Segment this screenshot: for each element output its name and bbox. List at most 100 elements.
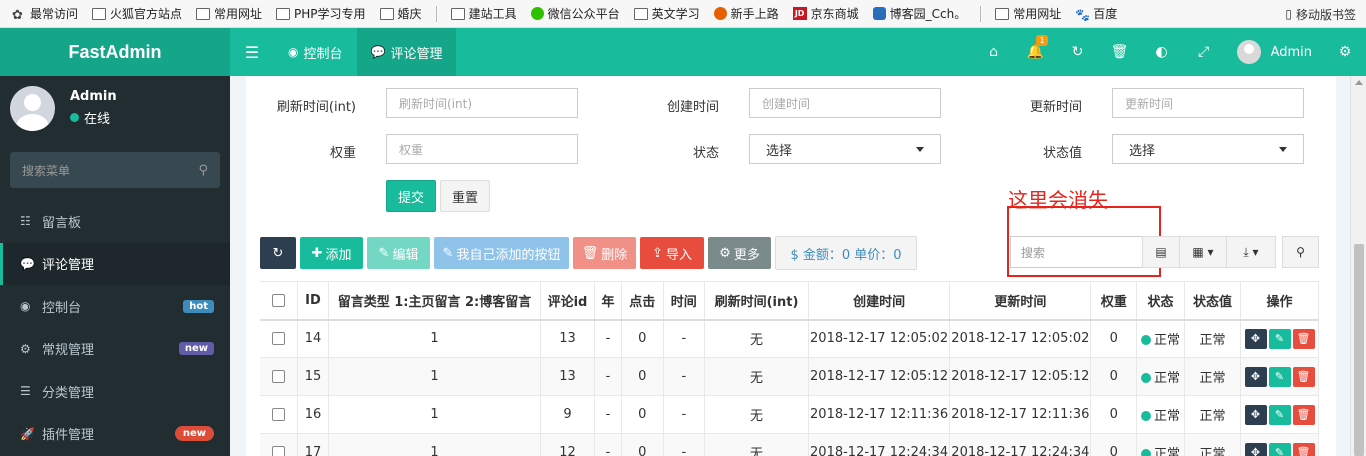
add-button[interactable]: ✚ 添加 [300,237,363,269]
drag-icon[interactable]: ✥ [1244,366,1267,387]
sidebar-item-category[interactable]: ☰ 分类管理 [0,370,230,413]
cogs-icon[interactable]: ⚙ [1324,28,1366,76]
bookmark-most-visited[interactable]: ✿ 最常访问 [12,5,78,23]
cell-status[interactable]: 正常 [1136,395,1185,434]
status-select[interactable]: 选择 [749,134,941,164]
sidebar-item-message-board[interactable]: ☷ 留言板 [0,200,230,243]
col-refresh-time[interactable]: 刷新时间(int) [704,281,809,321]
col-update-time[interactable]: 更新时间 [949,281,1092,321]
delete-icon[interactable]: 🗑 [1292,328,1315,349]
sidebar-item-dashboard[interactable]: ◉ 控制台 hot [0,285,230,328]
bell-icon[interactable]: 🔔 1 [1015,28,1057,76]
col-create-time[interactable]: 创建时间 [808,281,951,321]
row-checkbox[interactable] [260,319,298,358]
drag-icon[interactable]: ✥ [1244,404,1267,425]
custom-button[interactable]: ✎ 我自己添加的按钮 [434,237,569,269]
bookmark-baidu[interactable]: 🐾 百度 [1075,5,1117,22]
create-time-input[interactable]: 创建时间 [749,88,941,118]
refresh-button[interactable]: ↻ [260,237,296,269]
scroll-up-icon[interactable] [1355,80,1363,85]
cell-status-value[interactable]: 正常 [1184,319,1242,358]
columns-button[interactable]: ▦ ▾ [1179,236,1227,268]
row-checkbox[interactable] [260,433,298,456]
tab-dashboard[interactable]: ◉ 控制台 [274,28,357,76]
language-icon[interactable]: ◐ [1141,28,1183,76]
refresh-time-input[interactable]: 刷新时间(int) [386,88,578,118]
update-time-input[interactable]: 更新时间 [1112,88,1304,118]
bookmark-english[interactable]: 英文学习 [633,5,700,22]
col-weight[interactable]: 权重 [1090,281,1138,321]
user-menu[interactable]: Admin [1225,28,1324,76]
menu-search-input[interactable]: 搜索菜单 ⚲ [10,152,220,188]
edit-icon[interactable]: ✎ [1268,404,1291,425]
col-year[interactable]: 年 [594,281,622,321]
bookmark-wechat[interactable]: 微信公众平台 [530,5,620,22]
export-button[interactable]: ⤓ ▾ [1226,236,1276,268]
fullscreen-icon[interactable]: ⤢ [1183,28,1225,76]
col-time[interactable]: 时间 [663,281,706,321]
edit-button[interactable]: ✎ 编辑 [367,237,430,269]
weight-input[interactable]: 权重 [386,134,578,164]
sidebar-item-comment-management[interactable]: 💬 评论管理 [0,242,230,285]
cell-status-value[interactable]: 正常 [1184,395,1242,434]
search-input[interactable]: 搜索 [1010,236,1156,268]
cell-status-value[interactable]: 正常 [1184,357,1242,396]
trash-icon[interactable]: 🗑 [1099,28,1141,76]
home-icon[interactable]: ⌂ [973,28,1015,76]
menu-toggle-icon[interactable]: ☰ [230,28,274,76]
table-row[interactable]: 16 1 9 - 0 - 无 2018-12-17 12:11:36 2018-… [260,395,1319,434]
table-list-icon: ▤ [1155,245,1167,259]
table-row[interactable]: 15 1 13 - 0 - 无 2018-12-17 12:05:12 2018… [260,357,1319,396]
reset-button[interactable]: 重置 [440,180,490,212]
status-value-select[interactable]: 选择 [1112,134,1304,164]
select-all-checkbox[interactable] [260,281,298,321]
mobile-bookmarks[interactable]: ▯ 移动版书签 [1285,0,1356,28]
bookmark-wedding[interactable]: 婚庆 [379,5,422,22]
bookmark-php[interactable]: PHP学习专用 [276,5,366,22]
row-checkbox[interactable] [260,357,298,396]
delete-icon[interactable]: 🗑 [1292,442,1315,456]
drag-icon[interactable]: ✥ [1244,442,1267,456]
toggle-view-button[interactable]: ▤ [1142,236,1180,268]
bookmark-common-sites[interactable]: 常用网址 [196,5,262,22]
sidebar-item-general[interactable]: ⚙ 常规管理 new [0,328,230,371]
delete-icon[interactable]: 🗑 [1292,366,1315,387]
page-scrollbar[interactable] [1350,76,1366,456]
col-type[interactable]: 留言类型 1:主页留言 2:博客留言 [328,281,541,321]
col-id[interactable]: ID [297,281,330,321]
more-button[interactable]: ⚙ 更多 [708,237,771,269]
submit-button[interactable]: 提交 [386,180,436,212]
table-row[interactable]: 14 1 13 - 0 - 无 2018-12-17 12:05:02 2018… [260,319,1319,358]
scrollbar-thumb[interactable] [1354,244,1364,456]
search-icon[interactable]: ⚲ [198,163,208,178]
col-status[interactable]: 状态 [1136,281,1185,321]
bookmark-jd[interactable]: JD 京东商城 [792,5,859,22]
table-row[interactable]: 17 1 12 - 0 - 无 2018-12-17 12:24:34 2018… [260,433,1319,456]
delete-button[interactable]: 🗑 删除 [573,237,636,269]
edit-icon[interactable]: ✎ [1268,442,1291,456]
bookmark-getting-started[interactable]: 新手上路 [713,5,779,22]
col-status-value[interactable]: 状态值 [1184,281,1242,321]
drag-icon[interactable]: ✥ [1244,328,1267,349]
bookmark-site-tools[interactable]: 建站工具 [450,5,517,22]
app-logo[interactable]: FastAdmin [0,28,230,76]
refresh-icon[interactable]: ↻ [1057,28,1099,76]
bookmark-cnblogs[interactable]: 博客园_Cch。 [872,5,966,22]
edit-icon[interactable]: ✎ [1268,328,1291,349]
cell-status[interactable]: 正常 [1136,433,1185,456]
col-clicks[interactable]: 点击 [621,281,664,321]
cell-status-value[interactable]: 正常 [1184,433,1242,456]
bookmark-common-sites-2[interactable]: 常用网址 [995,5,1061,22]
advanced-search-button[interactable]: ⚲ [1282,236,1319,268]
import-button[interactable]: ⇪ 导入 [640,237,704,269]
sidebar-item-addons[interactable]: 🚀 插件管理 new [0,413,230,456]
tab-comment-management[interactable]: 💬 评论管理 [356,28,457,76]
col-comment-id[interactable]: 评论id [540,281,595,321]
cell-status[interactable]: 正常 [1136,319,1185,358]
row-checkbox[interactable] [260,395,298,434]
edit-icon[interactable]: ✎ [1268,366,1291,387]
cell-status[interactable]: 正常 [1136,357,1185,396]
cell-id: 14 [297,319,330,358]
bookmark-firefox-sites[interactable]: 火狐官方站点 [92,5,182,22]
delete-icon[interactable]: 🗑 [1292,404,1315,425]
